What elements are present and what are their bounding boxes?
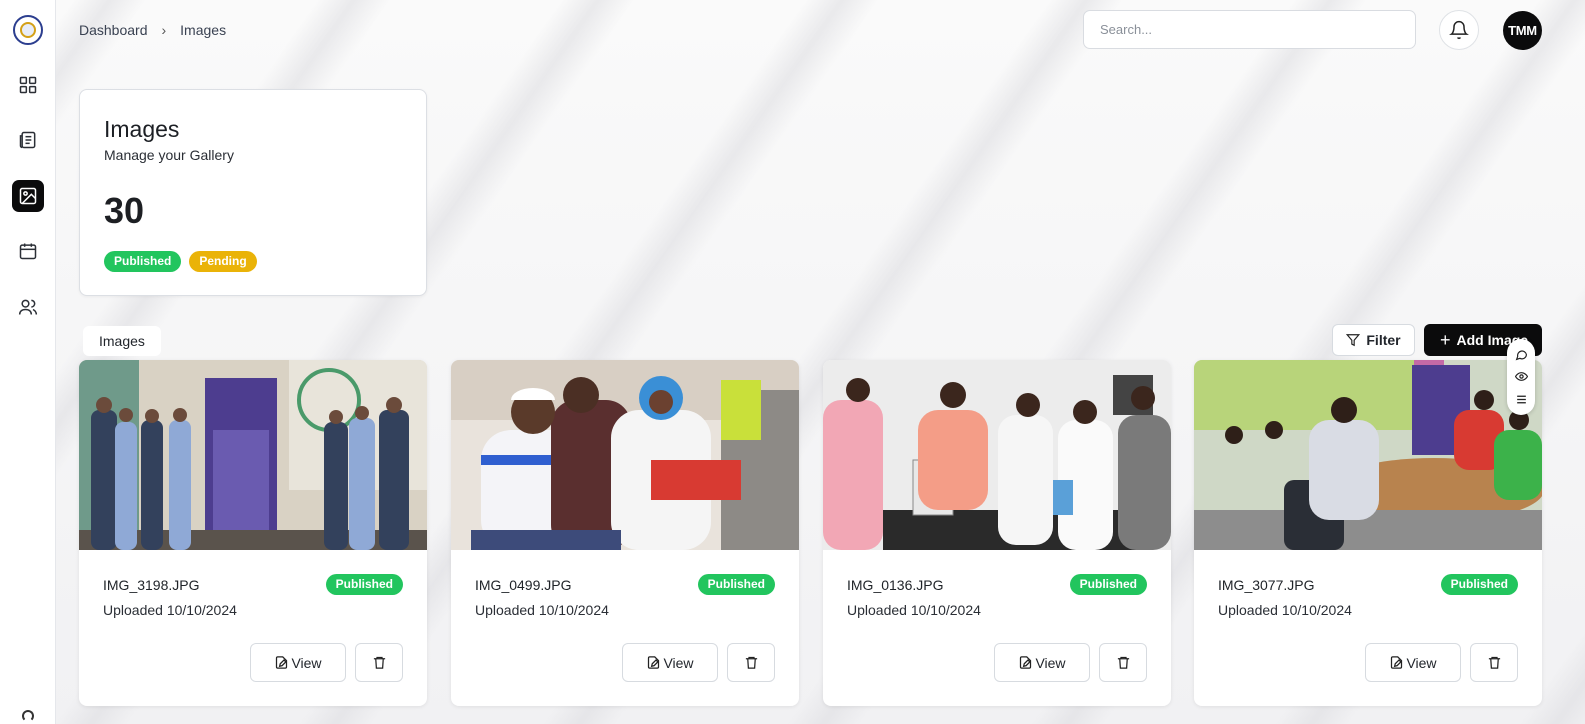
calendar-icon <box>19 243 37 260</box>
edit-icon <box>1391 656 1403 669</box>
trash-icon <box>1488 656 1500 669</box>
status-badge: Published <box>1069 574 1147 595</box>
image-thumbnail[interactable] <box>1194 360 1542 550</box>
view-label: View <box>1406 654 1437 671</box>
avatar[interactable]: TMM <box>1503 11 1542 50</box>
sidebar-item-images[interactable] <box>12 180 44 212</box>
image-filename: IMG_0136.JPG <box>847 577 944 593</box>
image-count: 30 <box>104 190 145 231</box>
notifications-button[interactable] <box>1439 10 1479 50</box>
status-badges: Published Pending <box>104 251 257 272</box>
image-card: IMG_0136.JPG Published Uploaded 10/10/20… <box>823 360 1171 706</box>
logo[interactable] <box>13 15 43 45</box>
status-badge: Published <box>1440 574 1518 595</box>
upload-date: Uploaded 10/10/2024 <box>847 602 981 618</box>
page-subtitle: Manage your Gallery <box>104 147 234 163</box>
filter-button[interactable]: Filter <box>1332 324 1415 356</box>
bell-icon <box>1449 20 1469 40</box>
sidebar <box>0 0 56 724</box>
sidebar-item-events[interactable] <box>12 235 44 267</box>
image-thumbnail[interactable] <box>451 360 799 550</box>
logo-emblem <box>20 22 36 38</box>
delete-button[interactable] <box>1099 643 1147 682</box>
view-button[interactable]: View <box>994 643 1090 682</box>
view-label: View <box>663 654 694 671</box>
image-filename: IMG_3198.JPG <box>103 577 200 593</box>
trash-icon <box>373 656 385 669</box>
search-input[interactable] <box>1083 10 1416 49</box>
view-button[interactable]: View <box>1365 643 1461 682</box>
pending-badge[interactable]: Pending <box>189 251 257 272</box>
image-icon <box>19 187 37 205</box>
edit-icon <box>648 656 660 669</box>
upload-date: Uploaded 10/10/2024 <box>475 602 609 618</box>
plus-icon: + <box>1440 329 1451 350</box>
view-label: View <box>1035 654 1066 671</box>
upload-date: Uploaded 10/10/2024 <box>1218 602 1352 618</box>
image-thumbnail[interactable] <box>79 360 427 550</box>
users-icon <box>18 299 38 315</box>
image-thumbnail[interactable] <box>823 360 1171 550</box>
delete-button[interactable] <box>355 643 403 682</box>
sidebar-item-news[interactable] <box>12 124 44 156</box>
image-filename: IMG_3077.JPG <box>1218 577 1315 593</box>
eye-icon[interactable] <box>1514 370 1528 384</box>
grid-icon <box>19 76 37 94</box>
edit-icon <box>276 656 288 669</box>
filter-label: Filter <box>1366 332 1401 348</box>
delete-button[interactable] <box>1470 643 1518 682</box>
view-button[interactable]: View <box>250 643 346 682</box>
breadcrumb-dashboard[interactable]: Dashboard <box>79 22 148 38</box>
floating-toolbar <box>1507 339 1535 415</box>
tab-images[interactable]: Images <box>83 326 161 356</box>
settings-icon[interactable] <box>22 710 34 722</box>
image-card: IMG_3077.JPG Published Uploaded 10/10/20… <box>1194 360 1542 706</box>
summary-card: Images Manage your Gallery 30 Published … <box>79 89 427 296</box>
sidebar-item-dashboard[interactable] <box>12 69 44 101</box>
published-badge[interactable]: Published <box>104 251 182 272</box>
sidebar-item-users[interactable] <box>12 291 44 323</box>
image-card: IMG_0499.JPG Published Uploaded 10/10/20… <box>451 360 799 706</box>
comment-icon[interactable] <box>1514 347 1528 361</box>
chevron-right-icon: › <box>161 22 167 38</box>
view-button[interactable]: View <box>622 643 718 682</box>
filter-icon <box>1346 334 1361 347</box>
breadcrumb-images: Images <box>180 22 227 38</box>
status-badge: Published <box>697 574 775 595</box>
newspaper-icon <box>19 131 36 149</box>
trash-icon <box>745 656 757 669</box>
image-filename: IMG_0499.JPG <box>475 577 572 593</box>
upload-date: Uploaded 10/10/2024 <box>103 602 237 618</box>
status-badge: Published <box>325 574 403 595</box>
delete-button[interactable] <box>727 643 775 682</box>
list-icon[interactable] <box>1514 393 1528 407</box>
edit-icon <box>1020 656 1032 669</box>
breadcrumb: Dashboard › Images <box>79 22 226 38</box>
image-card: IMG_3198.JPG Published Uploaded 10/10/20… <box>79 360 427 706</box>
page-title: Images <box>104 116 180 142</box>
view-label: View <box>291 654 322 671</box>
trash-icon <box>1117 656 1129 669</box>
